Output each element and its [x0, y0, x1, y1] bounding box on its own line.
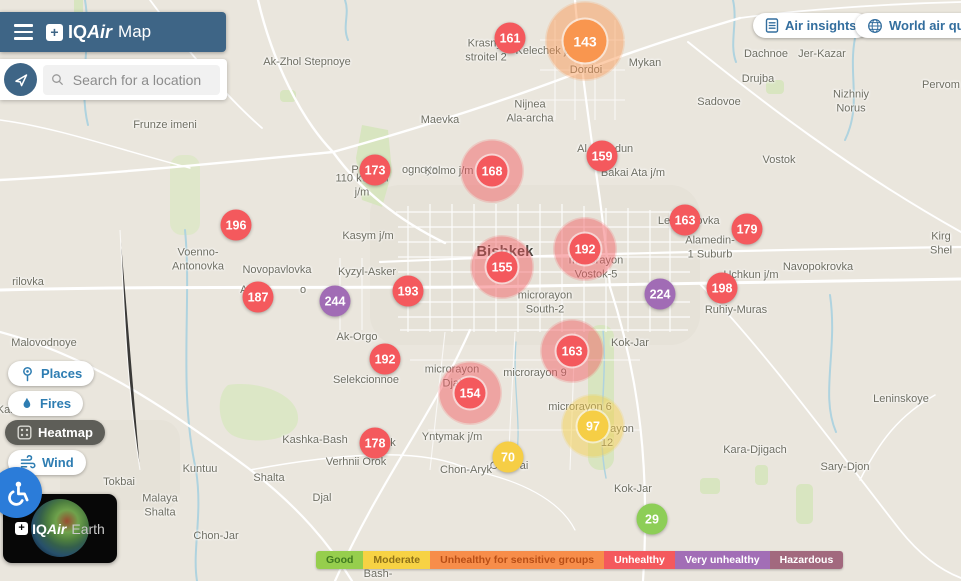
aqi-marker[interactable]: 155 — [486, 251, 518, 283]
aqi-marker[interactable]: 154 — [454, 377, 486, 409]
earth-logo-suffix: Earth — [71, 520, 105, 537]
aqi-marker[interactable]: 178 — [359, 427, 391, 459]
aqi-marker[interactable]: 198 — [706, 272, 738, 304]
aqi-marker[interactable]: 163 — [556, 335, 588, 367]
legend-item: Unhealthy for sensitive groups — [430, 551, 605, 569]
aqi-marker[interactable]: 196 — [220, 209, 252, 241]
heatmap-icon — [17, 425, 32, 440]
world-air-quality-button[interactable]: World air quality — [855, 13, 961, 38]
iqair-plus-icon: + — [15, 522, 29, 535]
menu-button[interactable] — [0, 12, 46, 52]
iqair-plus-icon: + — [46, 23, 63, 41]
list-icon — [765, 18, 779, 33]
legend-item: Unhealthy — [604, 551, 675, 569]
legend-item: Hazardous — [769, 551, 844, 569]
search-card — [0, 59, 227, 100]
search-icon — [52, 74, 63, 85]
fires-button[interactable]: Fires — [8, 391, 84, 416]
aqi-marker[interactable]: 161 — [494, 22, 526, 54]
aqi-marker[interactable]: 224 — [644, 278, 676, 310]
legend-item: Moderate — [363, 551, 431, 569]
places-button[interactable]: Places — [8, 361, 95, 386]
aqi-marker[interactable]: 193 — [392, 275, 424, 307]
navigation-arrow-icon — [14, 73, 27, 86]
logo-brand: IQAir — [68, 21, 113, 42]
legend-item: Very unhealthy — [674, 551, 770, 569]
aqi-marker[interactable]: 29 — [636, 503, 668, 535]
aqi-marker[interactable]: 192 — [369, 343, 401, 375]
header-bar: + IQAir Map — [0, 12, 226, 52]
search-input[interactable] — [70, 70, 212, 89]
flame-icon — [23, 397, 31, 408]
locate-button[interactable] — [4, 63, 37, 96]
iqair-logo[interactable]: + IQAir Map — [46, 22, 151, 43]
globe-icon — [868, 18, 882, 33]
place-pin-icon — [23, 366, 32, 381]
aqi-marker[interactable]: 192 — [569, 233, 601, 265]
iqair-map-app: somolskoeAk-Zhol StepnoyeKrasnyi stroite… — [0, 0, 961, 581]
aqi-marker[interactable]: 70 — [492, 441, 524, 473]
legend-item: Good — [316, 551, 364, 569]
search-field[interactable] — [43, 64, 220, 95]
aqi-marker[interactable]: 168 — [476, 155, 508, 187]
aqi-marker[interactable]: 173 — [359, 154, 391, 186]
heatmap-button[interactable]: Heatmap — [5, 420, 105, 445]
aqi-marker[interactable]: 159 — [586, 140, 618, 172]
wheelchair-icon — [7, 481, 28, 506]
aqi-marker[interactable]: 187 — [242, 281, 274, 313]
aqi-legend: Good Moderate Unhealthy for sensitive grou… — [316, 551, 844, 569]
iqair-earth-logo: + IQAir Earth — [15, 521, 105, 537]
aqi-marker[interactable]: 143 — [563, 19, 607, 63]
hamburger-icon — [13, 24, 33, 27]
aqi-marker[interactable]: 244 — [319, 285, 351, 317]
aqi-marker[interactable]: 97 — [577, 410, 609, 442]
logo-suffix: Map — [118, 22, 152, 41]
air-insights-button[interactable]: Air insights — [753, 13, 869, 38]
aqi-marker[interactable]: 179 — [731, 213, 763, 245]
aqi-marker[interactable]: 163 — [669, 204, 701, 236]
